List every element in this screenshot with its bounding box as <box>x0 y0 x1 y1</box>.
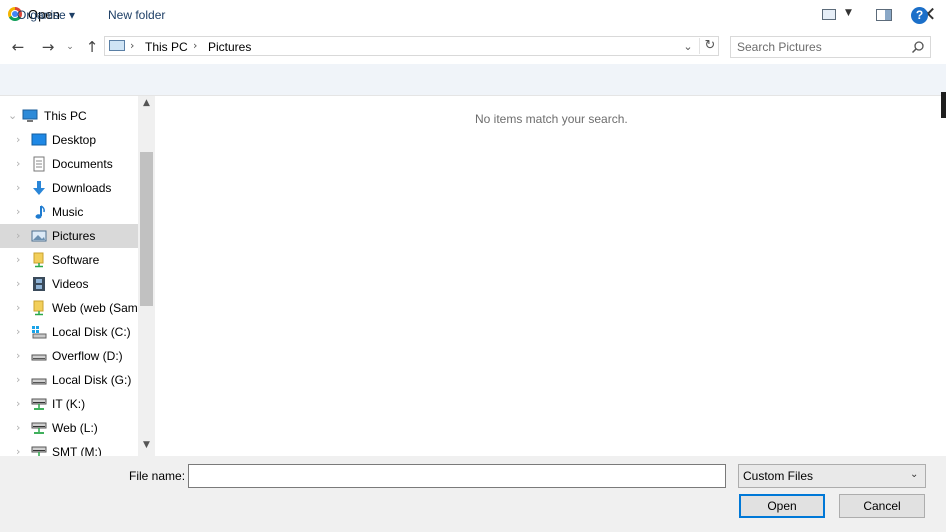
filename-combobox[interactable]: ⌄ <box>188 464 905 488</box>
recent-locations-button[interactable]: ⌄ <box>63 38 77 56</box>
tree-item-label: SMT (M:) <box>52 445 102 456</box>
tree-item-label: Local Disk (G:) <box>52 373 132 387</box>
tree-item-videos[interactable]: › Videos <box>0 272 138 296</box>
network-folder-icon <box>31 300 47 316</box>
file-type-select[interactable]: Custom Files ⌄ <box>738 464 926 488</box>
breadcrumb-this-pc[interactable]: This PC <box>145 40 188 54</box>
chevron-right-icon[interactable]: › <box>16 205 26 218</box>
chevron-right-icon[interactable]: › <box>16 445 26 456</box>
computer-icon <box>22 108 38 124</box>
tree-item-web-l[interactable]: › Web (L:) <box>0 416 138 440</box>
downloads-icon <box>31 180 47 196</box>
tree-item-overflow-d[interactable]: › Overflow (D:) <box>0 344 138 368</box>
tree-item-label: Documents <box>52 157 113 171</box>
network-drive-icon <box>31 444 47 456</box>
music-icon <box>31 204 47 220</box>
chevron-down-icon: ⌄ <box>910 469 919 480</box>
drive-icon <box>31 348 47 364</box>
navigation-pane[interactable]: ⌄ This PC › Desktop › Documents › Downloads › Mus… <box>0 96 155 456</box>
tree-item-documents[interactable]: › Documents <box>0 152 138 176</box>
breadcrumb-separator[interactable]: › <box>193 39 197 52</box>
videos-icon <box>31 276 47 292</box>
tree-item-label: Videos <box>52 277 89 291</box>
tree-item-label: Web (L:) <box>52 421 98 435</box>
tree-item-pictures[interactable]: › Pictures <box>0 224 138 248</box>
tree-item-label: Web (web (Samb <box>52 301 145 315</box>
network-drive-icon <box>31 420 47 436</box>
file-list-area[interactable] <box>155 96 946 456</box>
tree-item-label: Downloads <box>52 181 112 195</box>
filename-label: File name: <box>129 469 186 483</box>
breadcrumb-separator[interactable]: › <box>130 39 134 52</box>
drive-icon <box>31 372 47 388</box>
change-view-icon[interactable] <box>822 9 836 20</box>
breadcrumb-pictures[interactable]: Pictures <box>208 40 251 54</box>
refresh-button[interactable]: ↻ <box>699 38 720 54</box>
chevron-down-icon[interactable]: ⌄ <box>8 109 18 122</box>
background-window-edge <box>941 92 946 118</box>
search-box[interactable] <box>730 36 931 58</box>
up-button[interactable]: ↑ <box>82 38 102 56</box>
tree-item-it-k[interactable]: › IT (K:) <box>0 392 138 416</box>
forward-button[interactable]: → <box>38 38 58 56</box>
open-button[interactable]: Open <box>739 494 825 518</box>
tree-item-local-disk-c[interactable]: › Local Disk (C:) <box>0 320 138 344</box>
tree-item-label: Music <box>52 205 84 219</box>
tree-item-music[interactable]: › Music <box>0 200 138 224</box>
tree-item-downloads[interactable]: › Downloads <box>0 176 138 200</box>
tree-item-label: Desktop <box>52 133 97 147</box>
tree-item-label: IT (K:) <box>52 397 86 411</box>
tree-item-label: Software <box>52 253 100 267</box>
search-input[interactable] <box>737 39 907 55</box>
filename-input[interactable] <box>193 468 703 484</box>
empty-results-message: No items match your search. <box>475 112 628 126</box>
tree-item-label: Pictures <box>52 229 96 243</box>
tree-item-desktop[interactable]: › Desktop <box>0 128 138 152</box>
desktop-icon <box>31 132 47 148</box>
tree-item-label: This PC <box>44 109 87 123</box>
chevron-right-icon[interactable]: › <box>16 157 26 170</box>
tree-item-local-disk-g[interactable]: › Local Disk (G:) <box>0 368 138 392</box>
chevron-right-icon[interactable]: › <box>16 325 26 338</box>
address-dropdown-button[interactable]: ⌄ <box>679 39 697 55</box>
network-drive-icon <box>31 396 47 412</box>
address-bar[interactable]: › This PC › Pictures ⌄ ↻ <box>104 36 719 56</box>
chevron-right-icon[interactable]: › <box>16 373 26 386</box>
chevron-right-icon[interactable]: › <box>16 229 26 242</box>
chevron-right-icon[interactable]: › <box>16 301 26 314</box>
command-bar <box>0 64 946 96</box>
documents-icon <box>31 156 47 172</box>
scroll-thumb[interactable] <box>140 152 153 306</box>
pictures-icon <box>31 228 47 244</box>
scroll-down-arrow[interactable]: ▼ <box>139 440 154 450</box>
chevron-right-icon[interactable]: › <box>16 277 26 290</box>
tree-item-label: Local Disk (C:) <box>52 325 131 339</box>
scroll-up-arrow[interactable]: ▲ <box>139 98 154 108</box>
preview-pane-icon[interactable] <box>876 9 892 21</box>
chevron-right-icon[interactable]: › <box>16 133 26 146</box>
organise-button[interactable]: Organise ▾ <box>17 8 75 22</box>
tree-item-this-pc[interactable]: ⌄ This PC <box>0 104 138 128</box>
file-type-value: Custom Files <box>743 469 814 483</box>
computer-icon <box>109 40 125 51</box>
view-options-dropdown[interactable]: ▼ <box>845 8 852 18</box>
chevron-right-icon[interactable]: › <box>16 253 26 266</box>
tree-item-web-web-samb[interactable]: › Web (web (Samb <box>0 296 144 320</box>
network-folder-icon <box>31 252 47 268</box>
tree-item-software[interactable]: › Software <box>0 248 138 272</box>
windows-drive-icon <box>31 324 47 340</box>
back-button[interactable]: ← <box>8 38 28 56</box>
search-icon[interactable] <box>911 40 925 54</box>
cancel-button[interactable]: Cancel <box>839 494 925 518</box>
chevron-right-icon[interactable]: › <box>16 181 26 194</box>
tree-item-label: Overflow (D:) <box>52 349 123 363</box>
tree-item-smt-m[interactable]: › SMT (M:) <box>0 440 138 456</box>
new-folder-button[interactable]: New folder <box>108 8 165 22</box>
chevron-right-icon[interactable]: › <box>16 397 26 410</box>
help-button[interactable]: ? <box>911 7 928 24</box>
chevron-right-icon[interactable]: › <box>16 421 26 434</box>
chevron-right-icon[interactable]: › <box>16 349 26 362</box>
